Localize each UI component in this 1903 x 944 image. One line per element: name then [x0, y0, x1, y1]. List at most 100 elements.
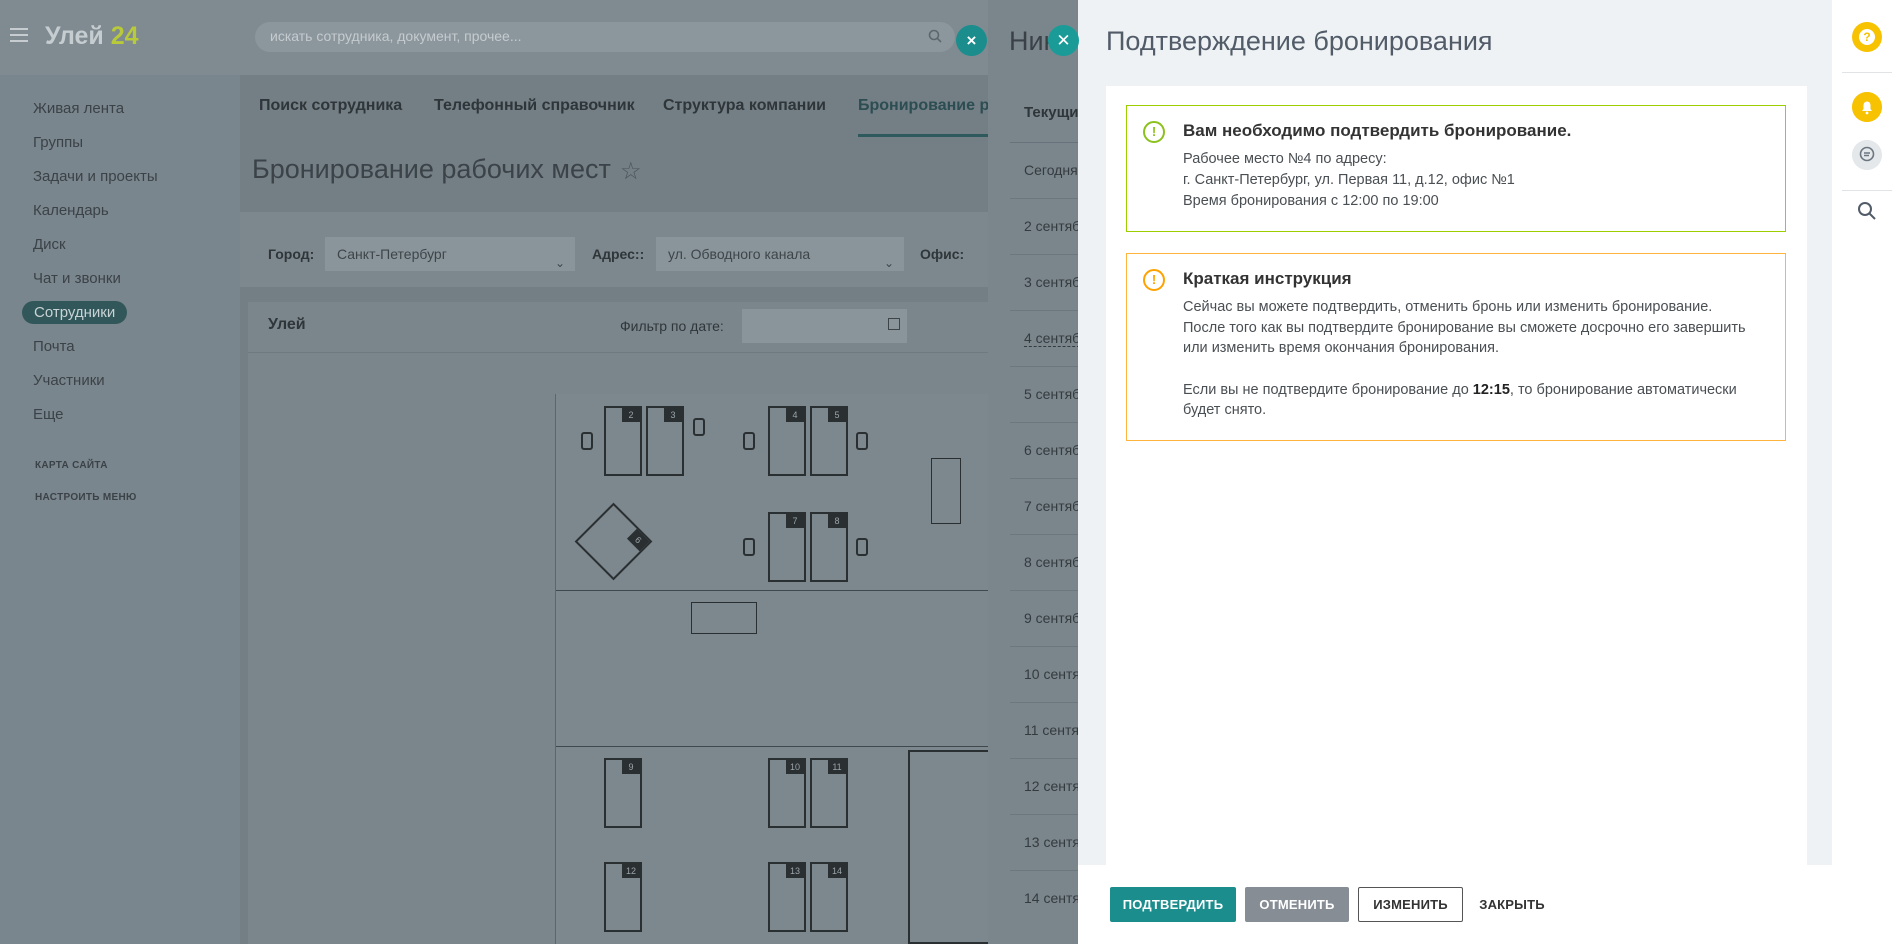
sidebar-item-chat[interactable]: Чат и звонки — [33, 270, 121, 287]
date-row[interactable]: 8 сентяб — [1024, 554, 1080, 570]
close-button[interactable]: ЗАКРЫТЬ — [1472, 887, 1552, 922]
alert-text: После того как вы подтвердите бронирован… — [1183, 320, 1746, 336]
instructions-alert: ! Краткая инструкция Сейчас вы можете по… — [1126, 253, 1786, 441]
date-row[interactable]: 12 сентя — [1024, 778, 1080, 794]
date-row[interactable]: 3 сентяб — [1024, 274, 1080, 290]
city-select[interactable]: Санкт-Петербург ⌄ — [325, 237, 575, 271]
seat-8[interactable]: 8 — [810, 512, 848, 582]
wall — [556, 590, 1011, 591]
address-label: Адрес:: — [592, 246, 645, 262]
date-row[interactable]: 13 сентя — [1024, 834, 1080, 850]
tab-employee-search[interactable]: Поиск сотрудника — [259, 97, 402, 115]
question-icon[interactable]: ? — [1852, 22, 1882, 52]
alert-title: Краткая инструкция — [1183, 269, 1352, 288]
sidebar-item-mail[interactable]: Почта — [33, 338, 75, 355]
seat-12[interactable]: 12 — [604, 862, 642, 932]
card-title: Улей — [268, 316, 306, 333]
seat-10[interactable]: 10 — [768, 758, 806, 828]
seat-2[interactable]: 2 — [604, 406, 642, 476]
table-shape — [691, 602, 757, 634]
sidebar-item-groups[interactable]: Группы — [33, 134, 83, 151]
deadline-time: 12:15 — [1472, 382, 1510, 398]
city-label: Город: — [268, 246, 315, 262]
seat-9[interactable]: 9 — [604, 758, 642, 828]
seat-7[interactable]: 7 — [768, 512, 806, 582]
address-select[interactable]: ул. Обводного канала ⌄ — [656, 237, 904, 271]
date-row[interactable]: 6 сентяб — [1024, 442, 1080, 458]
active-tab-underline — [858, 134, 1008, 137]
alert-text: Если вы не подтвердите бронирование до 1… — [1183, 382, 1737, 398]
seat-6[interactable]: 6 — [574, 502, 653, 581]
date-row[interactable]: 10 сентя — [1024, 666, 1080, 682]
page-title: Бронирование рабочих мест — [252, 154, 611, 184]
sidebar-item-calendar[interactable]: Календарь — [33, 202, 109, 219]
tab-phone-directory[interactable]: Телефонный справочник — [434, 97, 635, 115]
card-divider — [248, 352, 1018, 353]
global-search-placeholder: искать сотрудника, документ, прочее... — [270, 28, 522, 44]
date-row-selected[interactable]: 4 сентяб — [1024, 330, 1081, 347]
sidebar-item-disk[interactable]: Диск — [33, 236, 66, 253]
chat-icon[interactable] — [1852, 140, 1882, 170]
seat-4[interactable]: 4 — [768, 406, 806, 476]
tab-current[interactable]: Текущи — [1024, 104, 1079, 121]
sidebar-item-more[interactable]: Еще — [33, 406, 64, 423]
seat-5[interactable]: 5 — [810, 406, 848, 476]
alert-text: будет снято. — [1183, 402, 1267, 418]
close-icon[interactable]: ✕ — [1048, 25, 1079, 56]
chair — [856, 432, 868, 450]
cancel-booking-button[interactable]: ОТМЕНИТЬ — [1245, 887, 1349, 922]
office-label: Офис: — [920, 246, 965, 262]
chair — [743, 538, 755, 556]
wall — [556, 746, 1011, 747]
date-row[interactable]: 2 сентяб — [1024, 218, 1080, 234]
sidebar-item-members[interactable]: Участники — [33, 372, 105, 389]
search-icon[interactable] — [928, 29, 942, 43]
seat-14[interactable]: 14 — [810, 862, 848, 932]
menu-hamburger-icon[interactable] — [10, 28, 28, 42]
modal-title: Подтверждение бронирования — [1106, 26, 1493, 56]
chair — [693, 418, 705, 436]
confirm-button[interactable]: ПОДТВЕРДИТЬ — [1110, 887, 1236, 922]
date-row[interactable]: 5 сентяб — [1024, 386, 1080, 402]
chair — [743, 432, 755, 450]
sidebar-configure-menu-link[interactable]: НАСТРОИТЬ МЕНЮ — [35, 492, 137, 503]
date-filter-input[interactable] — [742, 309, 907, 343]
rail-divider — [1842, 190, 1892, 191]
calendar-icon[interactable] — [888, 318, 900, 330]
date-filter-label: Фильтр по дате: — [620, 318, 724, 334]
alert-text: Время бронирования с 12:00 по 19:00 — [1183, 193, 1439, 209]
sidebar-item-feed[interactable]: Живая лента — [33, 100, 124, 117]
alert-title: Вам необходимо подтвердить бронирование. — [1183, 121, 1572, 140]
chair — [581, 432, 593, 450]
favorite-star-icon[interactable]: ☆ — [620, 157, 642, 186]
chair — [856, 538, 868, 556]
date-row[interactable]: 7 сентяб — [1024, 498, 1080, 514]
rail-divider — [1842, 72, 1892, 73]
tab-workplace-booking[interactable]: Бронирование ра — [858, 97, 998, 115]
date-row[interactable]: 9 сентяб — [1024, 610, 1080, 626]
alert-text: Сейчас вы можете подтвердить, отменить б… — [1183, 299, 1713, 315]
confirm-booking-alert: ! Вам необходимо подтвердить бронировани… — [1126, 105, 1786, 232]
change-booking-button[interactable]: ИЗМЕНИТЬ — [1358, 887, 1463, 922]
seat-13[interactable]: 13 — [768, 862, 806, 932]
alert-text: Рабочее место №4 по адресу: — [1183, 151, 1387, 167]
date-row[interactable]: Сегодня — [1024, 162, 1078, 178]
seat-11[interactable]: 11 — [810, 758, 848, 828]
exclamation-circle-icon: ! — [1143, 269, 1165, 291]
search-icon[interactable] — [1856, 200, 1878, 222]
seat-3[interactable]: 3 — [646, 406, 684, 476]
date-row[interactable]: 11 сентя — [1024, 722, 1079, 738]
sidebar-sitemap-link[interactable]: КАРТА САЙТА — [35, 460, 108, 471]
chevron-down-icon: ⌄ — [883, 256, 894, 270]
chevron-down-icon: ⌄ — [554, 256, 565, 270]
alert-text: или изменить время окончания бронировани… — [1183, 340, 1499, 356]
sidebar-item-employees[interactable]: Сотрудники — [22, 301, 128, 324]
sidebar-item-tasks[interactable]: Задачи и проекты — [33, 168, 158, 185]
exclamation-circle-icon: ! — [1143, 121, 1165, 143]
date-row[interactable]: 14 сентя — [1024, 890, 1080, 906]
tab-company-structure[interactable]: Структура компании — [663, 97, 826, 115]
alert-text: г. Санкт-Петербург, ул. Первая 11, д.12,… — [1183, 172, 1515, 188]
panel-close-icon[interactable]: × — [956, 25, 987, 56]
bell-icon[interactable] — [1852, 92, 1882, 122]
app-logo[interactable]: Улей 24 — [45, 22, 139, 51]
